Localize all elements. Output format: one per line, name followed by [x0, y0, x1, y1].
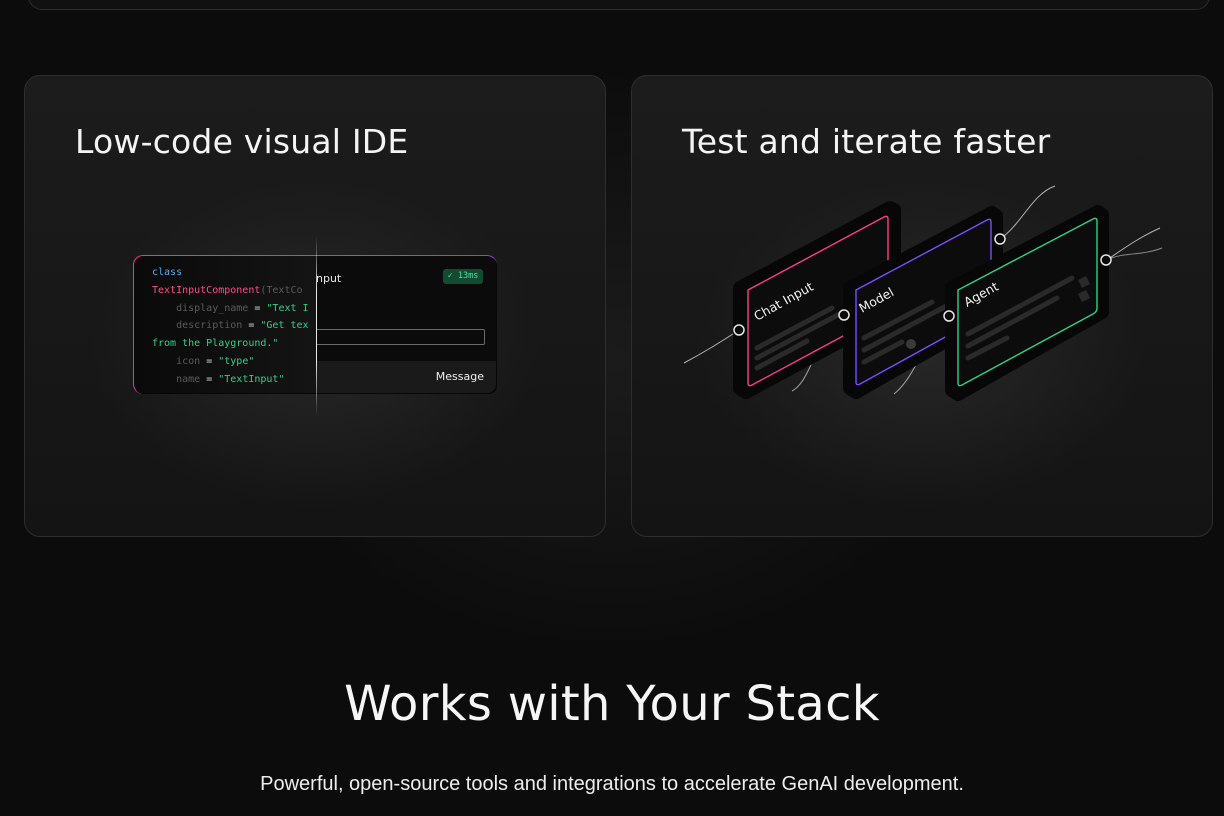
latency-badge: ✓ 13ms — [443, 269, 483, 284]
port-chat-out — [838, 309, 850, 321]
component-text-field — [316, 329, 485, 345]
feature-card-test-iterate: Test and iterate faster Chat Input Model… — [631, 75, 1213, 537]
code-line: description = "Get tex — [152, 317, 316, 335]
code-token: "Get tex — [260, 320, 309, 332]
code-token: description — [152, 320, 249, 332]
feature-card-visual-ide: Low-code visual IDE class TextInputCompon… — [24, 75, 606, 537]
code-token: class — [152, 267, 183, 278]
code-token: "TextInput" — [218, 373, 285, 385]
code-line: class — [152, 264, 316, 282]
component-preview-pane: nput ✓ 13ms Message — [316, 256, 496, 393]
page: Low-code visual IDE class TextInputCompon… — [0, 0, 1224, 816]
component-footer: Message — [316, 361, 496, 393]
code-line: TextInputComponent(TextCo — [152, 282, 316, 300]
code-token: = — [248, 320, 261, 332]
feature-card-title: Low-code visual IDE — [75, 122, 409, 161]
port-agent-out — [1100, 254, 1112, 266]
code-token: TextInputComponent — [152, 284, 261, 296]
split-divider — [316, 236, 317, 416]
code-editor-pane: class TextInputComponent(TextCo display_n… — [134, 256, 316, 393]
previous-section-card — [28, 0, 1210, 10]
code-token: from the Playground." — [152, 338, 279, 350]
code-line: from the Playground." — [152, 335, 316, 353]
code-token: (TextCo — [260, 284, 303, 296]
section-heading: Works with Your Stack — [344, 676, 880, 732]
code-token: display_name — [152, 302, 255, 314]
code-token: = — [206, 373, 219, 385]
port-model-top — [994, 233, 1006, 245]
code-token: name — [152, 373, 207, 385]
code-line: name = "TextInput" — [152, 371, 316, 389]
code-token: = — [254, 302, 267, 314]
message-output-label: Message — [435, 370, 484, 383]
code-line: display_name = "Text I — [152, 300, 316, 318]
component-title: nput — [316, 272, 342, 285]
flow-diagram-illustration: Chat Input Model Agent — [683, 185, 1163, 401]
code-token: "type" — [218, 355, 255, 367]
code-token: "Text I — [266, 302, 309, 314]
code-line: icon = "type" — [152, 353, 316, 371]
wire-out-2 — [1106, 227, 1161, 261]
port-chat-in — [733, 324, 745, 336]
section-subheading: Powerful, open-source tools and integrat… — [260, 773, 964, 795]
code-token: = — [206, 355, 219, 367]
wire-in — [683, 329, 740, 364]
port-model-out — [943, 310, 955, 322]
code-token: icon — [152, 355, 207, 367]
